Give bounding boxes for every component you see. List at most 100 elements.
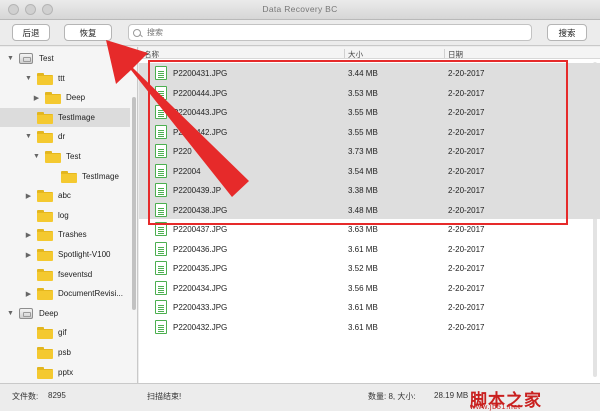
- disclosure-expanded-icon[interactable]: ▼: [24, 133, 33, 140]
- cell-date: 2-20-2017: [448, 88, 485, 98]
- sidebar-item-label: Spotlight-V100: [58, 250, 111, 259]
- cell-name: P2200436.JPG: [173, 244, 228, 254]
- table-row[interactable]: P2200435.JPG 3.52 MB 2-20-2017: [139, 258, 600, 278]
- sidebar-item-label: TestImage: [58, 112, 95, 122]
- disclosure-expanded-icon[interactable]: ▼: [6, 310, 15, 317]
- document-icon: [155, 319, 167, 334]
- selection-size: 28.19 MB: [434, 391, 469, 400]
- sidebar-item-label: DocumentRevisi...: [58, 289, 123, 299]
- table-row[interactable]: P2200442.JPG 3.55 MB 2-20-2017: [139, 121, 600, 141]
- cell-size: 3.44 MB: [348, 69, 378, 78]
- disclosure-expanded-icon[interactable]: ▼: [6, 55, 15, 62]
- sidebar-item-trashes[interactable]: ▶ Trashes: [0, 225, 130, 244]
- table-row[interactable]: P2200434.JPG 3.56 MB 2-20-2017: [139, 278, 600, 298]
- column-separator[interactable]: [444, 49, 445, 58]
- column-header-date[interactable]: 日期: [448, 49, 463, 60]
- cell-name: P2200432.JPG: [173, 322, 228, 332]
- sidebar-scrollbar[interactable]: [132, 97, 136, 310]
- folder-icon: [37, 268, 53, 281]
- document-icon: [155, 280, 167, 295]
- column-separator[interactable]: [344, 49, 345, 58]
- cell-size: 3.61 MB: [348, 322, 378, 332]
- folder-icon: [37, 190, 53, 203]
- disclosure-expanded-icon[interactable]: ▼: [24, 75, 33, 82]
- table-row[interactable]: P2200437.JPG 3.63 MB 2-20-2017: [139, 219, 600, 239]
- disclosure-collapsed-icon[interactable]: ▶: [24, 251, 33, 259]
- table-row[interactable]: P22004 3.54 MB 2-20-2017: [139, 160, 600, 180]
- disclosure-collapsed-icon[interactable]: ▶: [24, 231, 33, 239]
- back-button[interactable]: 后退: [12, 24, 50, 41]
- document-icon: [155, 163, 167, 178]
- sidebar-item-label: fseventsd: [58, 269, 93, 279]
- sidebar-item-testimage[interactable]: TestImage: [0, 167, 130, 186]
- selection-summary: 数量: 8, 大小:: [368, 392, 416, 401]
- sidebar-item-testimage[interactable]: TestImage: [0, 107, 130, 127]
- cell-size: 3.63 MB: [348, 225, 378, 234]
- cell-date: 2-20-2017: [448, 322, 485, 332]
- sidebar-item-label: log: [58, 210, 69, 220]
- search-field[interactable]: [128, 24, 532, 41]
- sidebar-item-spotlight-v100[interactable]: ▶ Spotlight-V100: [0, 245, 130, 264]
- sidebar-item-gif[interactable]: gif: [0, 323, 130, 342]
- document-icon: [155, 105, 167, 119]
- sidebar-item-abc[interactable]: ▶ abc: [0, 186, 130, 205]
- disclosure-collapsed-icon[interactable]: ▶: [24, 290, 33, 298]
- search-button[interactable]: 搜索: [547, 24, 587, 41]
- sidebar-item-test[interactable]: ▼ Test: [0, 49, 130, 68]
- cell-size: 3.48 MB: [348, 205, 378, 215]
- cell-date: 2-20-2017: [448, 205, 485, 215]
- sidebar-item-fseventsd[interactable]: fseventsd: [0, 265, 130, 284]
- cell-date: 2-20-2017: [448, 147, 485, 156]
- sidebar-item-psb[interactable]: psb: [0, 343, 130, 362]
- table-row[interactable]: P2200433.JPG 3.61 MB 2-20-2017: [139, 297, 600, 317]
- sidebar-item-label: Trashes: [58, 230, 87, 240]
- table-row[interactable]: P220 3.73 MB 2-20-2017: [139, 141, 600, 161]
- cell-size: 3.54 MB: [348, 166, 378, 176]
- cell-name: P2200431.JPG: [173, 69, 228, 78]
- search-icon: [133, 28, 141, 37]
- table-row[interactable]: P2200432.JPG 3.61 MB 2-20-2017: [139, 317, 600, 337]
- sidebar-item-deep[interactable]: ▼ Deep: [0, 304, 130, 323]
- cell-date: 2-20-2017: [448, 244, 485, 254]
- cell-date: 2-20-2017: [448, 166, 485, 176]
- table-row[interactable]: P2200444.JPG 3.53 MB 2-20-2017: [139, 82, 600, 102]
- disclosure-collapsed-icon[interactable]: ▶: [24, 192, 33, 200]
- folder-icon: [45, 92, 61, 105]
- document-icon: [155, 202, 167, 217]
- sidebar-item-ttt[interactable]: ▼ ttt: [0, 69, 130, 88]
- sidebar-item-documentrevisi[interactable]: ▶ DocumentRevisi...: [0, 284, 130, 303]
- disclosure-collapsed-icon[interactable]: ▶: [32, 94, 41, 102]
- table-row[interactable]: P2200438.JPG 3.48 MB 2-20-2017: [139, 199, 600, 219]
- table-row[interactable]: P2200431.JPG 3.44 MB 2-20-2017: [139, 63, 600, 83]
- table-row[interactable]: P2200436.JPG 3.61 MB 2-20-2017: [139, 239, 600, 259]
- window-title: Data Recovery BC: [262, 4, 338, 14]
- column-header-name[interactable]: 名称: [144, 49, 159, 60]
- sidebar-item-label: ttt: [58, 73, 65, 83]
- cell-name: P220: [173, 147, 192, 156]
- folder-icon: [37, 209, 53, 222]
- column-header-size[interactable]: 大小: [348, 49, 363, 60]
- sidebar-item-deep[interactable]: ▶ Deep: [0, 88, 130, 107]
- watermark-url: www.jb51.net: [470, 402, 521, 411]
- cell-size: 3.55 MB: [348, 108, 378, 117]
- cell-date: 2-20-2017: [448, 186, 485, 195]
- sidebar-item-test[interactable]: ▼ Test: [0, 147, 130, 166]
- cell-date: 2-20-2017: [448, 264, 485, 273]
- table-row[interactable]: P2200439.JP 3.38 MB 2-20-2017: [139, 180, 600, 200]
- sidebar-item-log[interactable]: log: [0, 206, 130, 225]
- table-row[interactable]: P2200443.JPG 3.55 MB 2-20-2017: [139, 102, 600, 122]
- cell-size: 3.55 MB: [348, 127, 378, 137]
- cell-name: P2200438.JPG: [173, 205, 228, 215]
- file-count-value: 8295: [48, 391, 66, 400]
- search-input[interactable]: [147, 28, 507, 37]
- folder-icon: [45, 151, 61, 163]
- cell-size: 3.38 MB: [348, 186, 378, 195]
- restore-button[interactable]: 恢复: [64, 24, 112, 41]
- cell-size: 3.61 MB: [348, 303, 378, 312]
- disclosure-expanded-icon[interactable]: ▼: [32, 153, 41, 160]
- sidebar-item-pptx[interactable]: pptx: [0, 363, 130, 382]
- sidebar-item-label: dr: [58, 132, 66, 142]
- document-icon: [155, 183, 167, 197]
- cell-name: P2200433.JPG: [173, 303, 228, 312]
- sidebar-item-dr[interactable]: ▼ dr: [0, 127, 130, 146]
